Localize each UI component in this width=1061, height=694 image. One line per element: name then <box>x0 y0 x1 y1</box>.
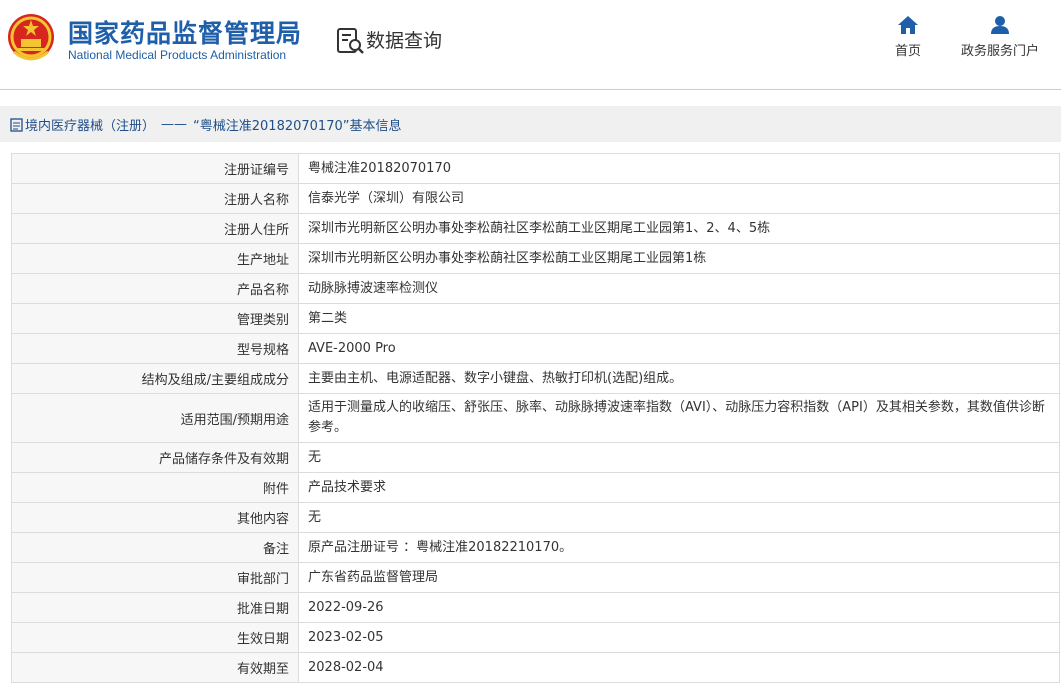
table-row: 备注 原产品注册证号 ：粤械注准20182210170。 <box>11 532 1060 563</box>
row-value: 2022-09-26 <box>298 592 1060 623</box>
row-label: 生产地址 <box>11 243 299 274</box>
row-value: 粤械注准20182070170 <box>298 153 1060 184</box>
registration-info-table: 注册证编号 粤械注准20182070170 注册人名称 信泰光学（深圳）有限公司 注… <box>11 153 1060 683</box>
table-row: 附件 产品技术要求 <box>11 472 1060 503</box>
row-value: 广东省药品监督管理局 <box>298 562 1060 593</box>
org-name-cn: 国家药品监督管理局 <box>68 19 303 48</box>
nav-home-label: 首页 <box>894 44 921 59</box>
row-label: 产品名称 <box>11 273 299 304</box>
table-row: 审批部门 广东省药品监督管理局 <box>11 562 1060 593</box>
table-row: 生效日期 2023-02-05 <box>11 622 1060 653</box>
table-row: 产品储存条件及有效期无 <box>11 442 1060 473</box>
table-row: 管理类别 第二类 <box>11 303 1060 334</box>
table-row: 型号规格 AVE-2000 Pro <box>11 333 1060 364</box>
breadcrumb-section-link[interactable]: 境内医疗器械（注册） <box>25 115 155 134</box>
row-value: 主要由主机、电源适配器、数字小键盘、热敏打印机(选配)组成。 <box>298 363 1060 394</box>
document-icon <box>10 117 23 132</box>
row-label: 注册证编号 <box>11 153 299 184</box>
table-row: 批准日期 2022-09-26 <box>11 592 1060 623</box>
row-value: 无 <box>298 502 1060 533</box>
row-value: AVE-2000 Pro <box>298 333 1060 364</box>
row-value: 动脉脉搏波速率检测仪 <box>298 273 1060 304</box>
row-label: 审批部门 <box>11 562 299 593</box>
table-row: 注册人名称 信泰光学（深圳）有限公司 <box>11 183 1060 214</box>
row-label: 其他内容 <box>11 502 299 533</box>
row-label: 结构及组成/主要组成成分 <box>11 363 299 394</box>
row-label: 批准日期 <box>11 592 299 623</box>
breadcrumb-current: “粤械注准20182070170”基本信息 <box>193 119 402 134</box>
row-value: 产品技术要求 <box>298 472 1060 503</box>
row-label: 有效期至 <box>11 652 299 683</box>
row-label: 附件 <box>11 472 299 503</box>
row-value: 无 <box>298 442 1060 473</box>
table-row: 注册人住所 深圳市光明新区公明办事处李松蓢社区李松蓢工业区期尾工业园第1、2、4、… <box>11 213 1060 244</box>
row-label: 注册人名称 <box>11 183 299 214</box>
row-value: 2023-02-05 <box>298 622 1060 653</box>
data-query-icon <box>337 28 364 54</box>
nav-home[interactable]: 首页 <box>888 16 928 59</box>
table-row: 其他内容无 <box>11 502 1060 533</box>
breadcrumb-separator: —— <box>161 117 188 132</box>
table-row: 有效期至 2028-02-04 <box>11 652 1060 683</box>
row-label: 型号规格 <box>11 333 299 364</box>
org-name-en: National Medical Products Administration <box>68 48 287 62</box>
row-value: 2028-02-04 <box>298 652 1060 683</box>
data-query-title: 数据查询 <box>366 30 443 52</box>
row-label: 生效日期 <box>11 622 299 653</box>
nav-service-portal[interactable]: 政务服务门户 <box>955 16 1045 59</box>
table-row: 注册证编号 粤械注准20182070170 <box>11 153 1060 184</box>
breadcrumb: 境内医疗器械（注册） —— “粤械注准20182070170”基本信息 <box>10 115 401 134</box>
row-value: 深圳市光明新区公明办事处李松蓢社区李松蓢工业区期尾工业园第1、2、4、5栋 <box>298 213 1060 244</box>
row-value: 第二类 <box>298 303 1060 334</box>
row-label: 注册人住所 <box>11 213 299 244</box>
site-header: 国家药品监督管理局 National Medical Products Admi… <box>0 0 1061 89</box>
national-emblem-icon <box>8 14 54 61</box>
row-label: 产品储存条件及有效期 <box>11 442 299 473</box>
home-icon <box>898 16 918 34</box>
table-row: 产品名称 动脉脉搏波速率检测仪 <box>11 273 1060 304</box>
row-value: 适用于测量成人的收缩压、舒张压、脉率、动脉脉搏波速率指数（AVI）、动脉压力容积… <box>298 393 1060 443</box>
user-icon <box>991 16 1009 34</box>
table-row: 生产地址 深圳市光明新区公明办事处李松蓢社区李松蓢工业区期尾工业园第1栋 <box>11 243 1060 274</box>
header-divider <box>0 89 1061 90</box>
row-value: 深圳市光明新区公明办事处李松蓢社区李松蓢工业区期尾工业园第1栋 <box>298 243 1060 274</box>
table-row: 适用范围/预期用途 适用于测量成人的收缩压、舒张压、脉率、动脉脉搏波速率指数（AV… <box>11 393 1060 443</box>
row-label: 适用范围/预期用途 <box>11 393 299 443</box>
row-label: 管理类别 <box>11 303 299 334</box>
row-value: 信泰光学（深圳）有限公司 <box>298 183 1060 214</box>
row-label: 备注 <box>11 532 299 563</box>
breadcrumb-bar: 境内医疗器械（注册） —— “粤械注准20182070170”基本信息 <box>0 106 1061 142</box>
row-value: 原产品注册证号 ：粤械注准20182210170。 <box>298 532 1060 563</box>
nav-service-portal-label: 政务服务门户 <box>960 44 1039 59</box>
table-row: 结构及组成/主要组成成分 主要由主机、电源适配器、数字小键盘、热敏打印机(选配)组… <box>11 363 1060 394</box>
